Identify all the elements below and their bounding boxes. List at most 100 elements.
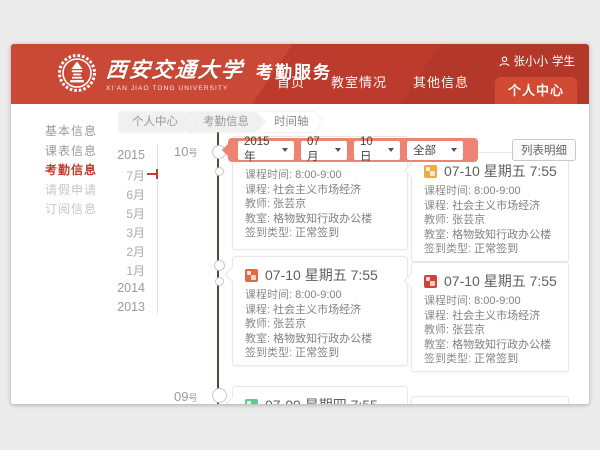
card-title: 07-10 星期五 7:55 [444, 162, 557, 181]
card-row: 教师: 张芸京 [245, 197, 395, 212]
attendance-card: 07-09 星期四 7:55 [232, 386, 408, 404]
user-role: 学生 [552, 53, 575, 69]
card-row-label: 签到类型: [245, 347, 295, 359]
sidebar-item[interactable]: 课表信息 [11, 142, 107, 162]
timeline-node [215, 277, 224, 286]
day-number: 10 [174, 144, 188, 159]
day-select[interactable]: 10日 [354, 141, 400, 160]
card-row-value: 社会主义市场经济 [452, 310, 540, 322]
day-suffix: 号 [188, 148, 197, 158]
current-month-marker [147, 173, 157, 175]
card-row-value: 格物致知行政办公楼 [452, 229, 551, 241]
timeline-node [215, 167, 224, 176]
year-select[interactable]: 2015年 [238, 141, 294, 160]
nav-item[interactable]: 教室情况 [331, 72, 387, 91]
card-row-value: 正常签到 [295, 347, 339, 359]
scale-year[interactable]: 2014 [117, 281, 145, 295]
scale-month[interactable]: 3月 [126, 224, 145, 241]
university-logo-icon [57, 53, 97, 93]
list-detail-button[interactable]: 列表明细 [512, 139, 576, 161]
card-header: 07-10 星期五 7:55 [424, 272, 556, 291]
breadcrumb-item-active[interactable]: 时间轴 [258, 112, 323, 132]
stamp-orange-icon [245, 269, 258, 282]
card-row: 教师: 张芸京 [424, 323, 556, 338]
card-row-value: 张芸京 [452, 214, 485, 226]
card-row-label: 签到类型: [245, 227, 295, 239]
nav-item[interactable]: 其他信息 [413, 72, 469, 91]
scale-year[interactable]: 2015 [117, 148, 145, 162]
day-suffix: 号 [188, 393, 197, 403]
card-row-value: 张芸京 [452, 324, 485, 336]
nav-item[interactable]: 首页 [277, 72, 305, 91]
card-row-value: 正常签到 [474, 243, 518, 255]
breadcrumb-item[interactable]: 个人中心 [119, 112, 192, 132]
stamp-green-icon [245, 399, 258, 404]
card-header: 07-10 星期五 7:55 [424, 162, 556, 181]
nav-tab-active[interactable]: 个人中心 [495, 77, 577, 104]
card-row: 教师: 张芸京 [424, 213, 556, 228]
card-header: 07-09 星期四 7:55 [245, 396, 395, 404]
sidebar-item[interactable]: 基本信息 [11, 122, 107, 142]
card-row: 教室: 格物致知行政办公楼 [245, 212, 395, 227]
sidebar-item[interactable]: 订阅信息 [11, 200, 107, 220]
attendance-card [411, 396, 569, 404]
month-select[interactable]: 07月 [301, 141, 347, 160]
filter-bar: 2015年 07月 10日 全部 [228, 138, 478, 162]
day-select-value: 10日 [360, 136, 384, 164]
card-row-label: 签到类型: [424, 243, 474, 255]
attendance-card: 07-10 星期五 7:55课程时间: 8:00-9:00课程: 社会主义市场经… [232, 256, 408, 366]
card-row-value: 正常签到 [295, 227, 339, 239]
scale-month[interactable]: 2月 [126, 243, 145, 260]
sidebar: 基本信息课表信息考勤信息请假申请订阅信息 [11, 104, 107, 220]
card-row: 签到类型: 正常签到 [245, 346, 395, 361]
timeline-node [212, 388, 227, 403]
app-header: 西安交通大学 XI'AN JIAO TONG UNIVERSITY 考勤服务 张… [11, 44, 589, 104]
card-row-value: 8:00-9:00 [295, 289, 341, 301]
card-row: 签到类型: 正常签到 [424, 352, 556, 367]
scale-month[interactable]: 5月 [126, 205, 145, 222]
card-row-label: 课程: [424, 200, 452, 212]
scale-month-current[interactable]: 7月 [126, 167, 145, 184]
card-row-value: 社会主义市场经济 [273, 304, 361, 316]
card-row-label: 签到类型: [424, 353, 474, 365]
card-row-value: 8:00-9:00 [474, 295, 520, 307]
breadcrumb-item[interactable]: 考勤信息 [187, 112, 263, 132]
card-row-value: 社会主义市场经济 [273, 184, 361, 196]
card-title: 07-10 星期五 7:55 [444, 272, 557, 291]
card-row-value: 8:00-9:00 [474, 185, 520, 197]
card-row-label: 教室: [245, 213, 273, 225]
card-row: 课程: 社会主义市场经济 [245, 303, 395, 318]
card-row-label: 课程时间: [424, 185, 474, 197]
chevron-down-icon [388, 148, 394, 152]
card-row-value: 8:00-9:00 [295, 169, 341, 181]
chevron-down-icon [335, 148, 341, 152]
card-row-label: 教师: [245, 198, 273, 210]
user-name: 张小小 [514, 53, 549, 69]
attendance-card: 07-10 星期五 7:55 课程时间: 8:00-9:00课程: 社会主义市场经… [411, 262, 569, 372]
card-row: 课程时间: 8:00-9:00 [245, 168, 395, 183]
timeline-node [214, 260, 225, 271]
scale-month[interactable]: 1月 [126, 262, 145, 279]
sidebar-item-active[interactable]: 考勤信息 [11, 161, 107, 181]
user-icon [499, 56, 510, 67]
day-number: 09 [174, 389, 188, 404]
card-row: 课程时间: 8:00-9:00 [424, 294, 556, 309]
card-row-value: 张芸京 [273, 198, 306, 210]
scale-year[interactable]: 2013 [117, 300, 145, 314]
day-marker-label: 09号 [174, 388, 197, 404]
user-info[interactable]: 张小小 学生 [499, 53, 576, 69]
sidebar-item[interactable]: 请假申请 [11, 181, 107, 201]
card-row-label: 教师: [424, 324, 452, 336]
chevron-down-icon [282, 148, 288, 152]
main-nav: 首页 教室情况 其他信息 个人中心 [277, 72, 577, 104]
card-row: 课程: 社会主义市场经济 [424, 309, 556, 324]
page-background: 西安交通大学 XI'AN JIAO TONG UNIVERSITY 考勤服务 张… [0, 0, 600, 450]
card-row-value: 格物致知行政办公楼 [452, 339, 551, 351]
card-row-label: 教室: [424, 229, 452, 241]
card-row: 教室: 格物致知行政办公楼 [245, 332, 395, 347]
month-select-value: 07月 [307, 136, 331, 164]
university-name-cn: 西安交通大学 [105, 54, 245, 84]
card-row-label: 教室: [424, 339, 452, 351]
scale-month[interactable]: 6月 [126, 186, 145, 203]
type-select[interactable]: 全部 [407, 141, 463, 160]
